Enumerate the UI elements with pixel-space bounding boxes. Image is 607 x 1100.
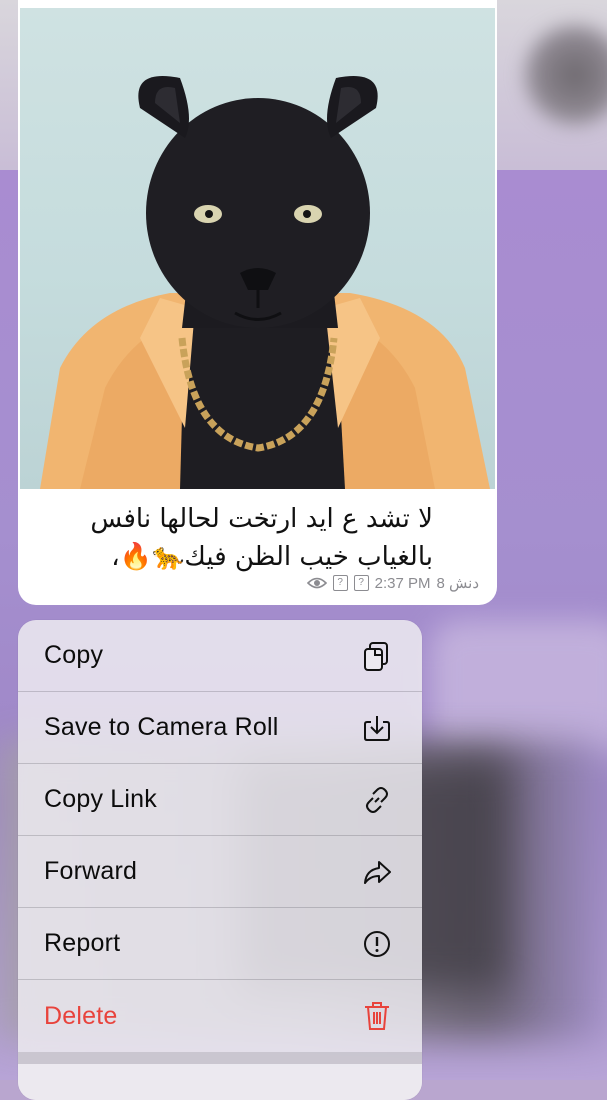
save-icon: [360, 711, 394, 745]
link-icon: [360, 783, 394, 817]
message-photo[interactable]: [20, 8, 495, 489]
menu-item-report[interactable]: Report: [18, 908, 422, 980]
message-time: 2:37 PM: [374, 574, 431, 592]
menu-item-forward[interactable]: Forward: [18, 836, 422, 908]
menu-item-label: Copy: [44, 641, 104, 669]
menu-section-gap: [18, 1052, 422, 1064]
menu-item-save-to-camera-roll[interactable]: Save to Camera Roll: [18, 692, 422, 764]
unknown-glyph: ?: [332, 575, 348, 591]
copy-icon: [360, 639, 394, 673]
message-caption: لا تشد ع ايد ارتخت لحالها نافس بالغياب خ…: [38, 500, 433, 576]
caption-line-2: بالغياب خيب الظن فيك🐆🔥،: [111, 542, 433, 572]
menu-item-delete[interactable]: Delete: [18, 980, 422, 1052]
report-icon: [360, 927, 394, 961]
menu-item-label: Forward: [44, 857, 138, 885]
unknown-glyph: ?: [353, 575, 369, 591]
caption-line-1: لا تشد ع ايد ارتخت لحالها نافس: [90, 504, 433, 534]
panther-illustration: [40, 76, 490, 489]
menu-item-copy-link[interactable]: Copy Link: [18, 764, 422, 836]
message-views: 8 دنش: [436, 575, 480, 592]
menu-next-section: [18, 1064, 422, 1100]
eye-icon: [306, 577, 327, 589]
forward-icon: [360, 855, 394, 889]
menu-item-label: Delete: [44, 1001, 118, 1030]
menu-item-label: Save to Camera Roll: [44, 713, 279, 741]
menu-item-copy[interactable]: Copy: [18, 620, 422, 692]
trash-icon: [360, 999, 394, 1033]
message-meta: ? ? 2:37 PM 8 دنش: [306, 574, 480, 592]
message-bubble[interactable]: لا تشد ع ايد ارتخت لحالها نافس بالغياب خ…: [18, 0, 497, 605]
menu-item-label: Copy Link: [44, 785, 157, 813]
context-menu: Copy Save to Camera Roll Copy Link Forwa…: [18, 620, 422, 1100]
menu-item-label: Report: [44, 929, 121, 957]
